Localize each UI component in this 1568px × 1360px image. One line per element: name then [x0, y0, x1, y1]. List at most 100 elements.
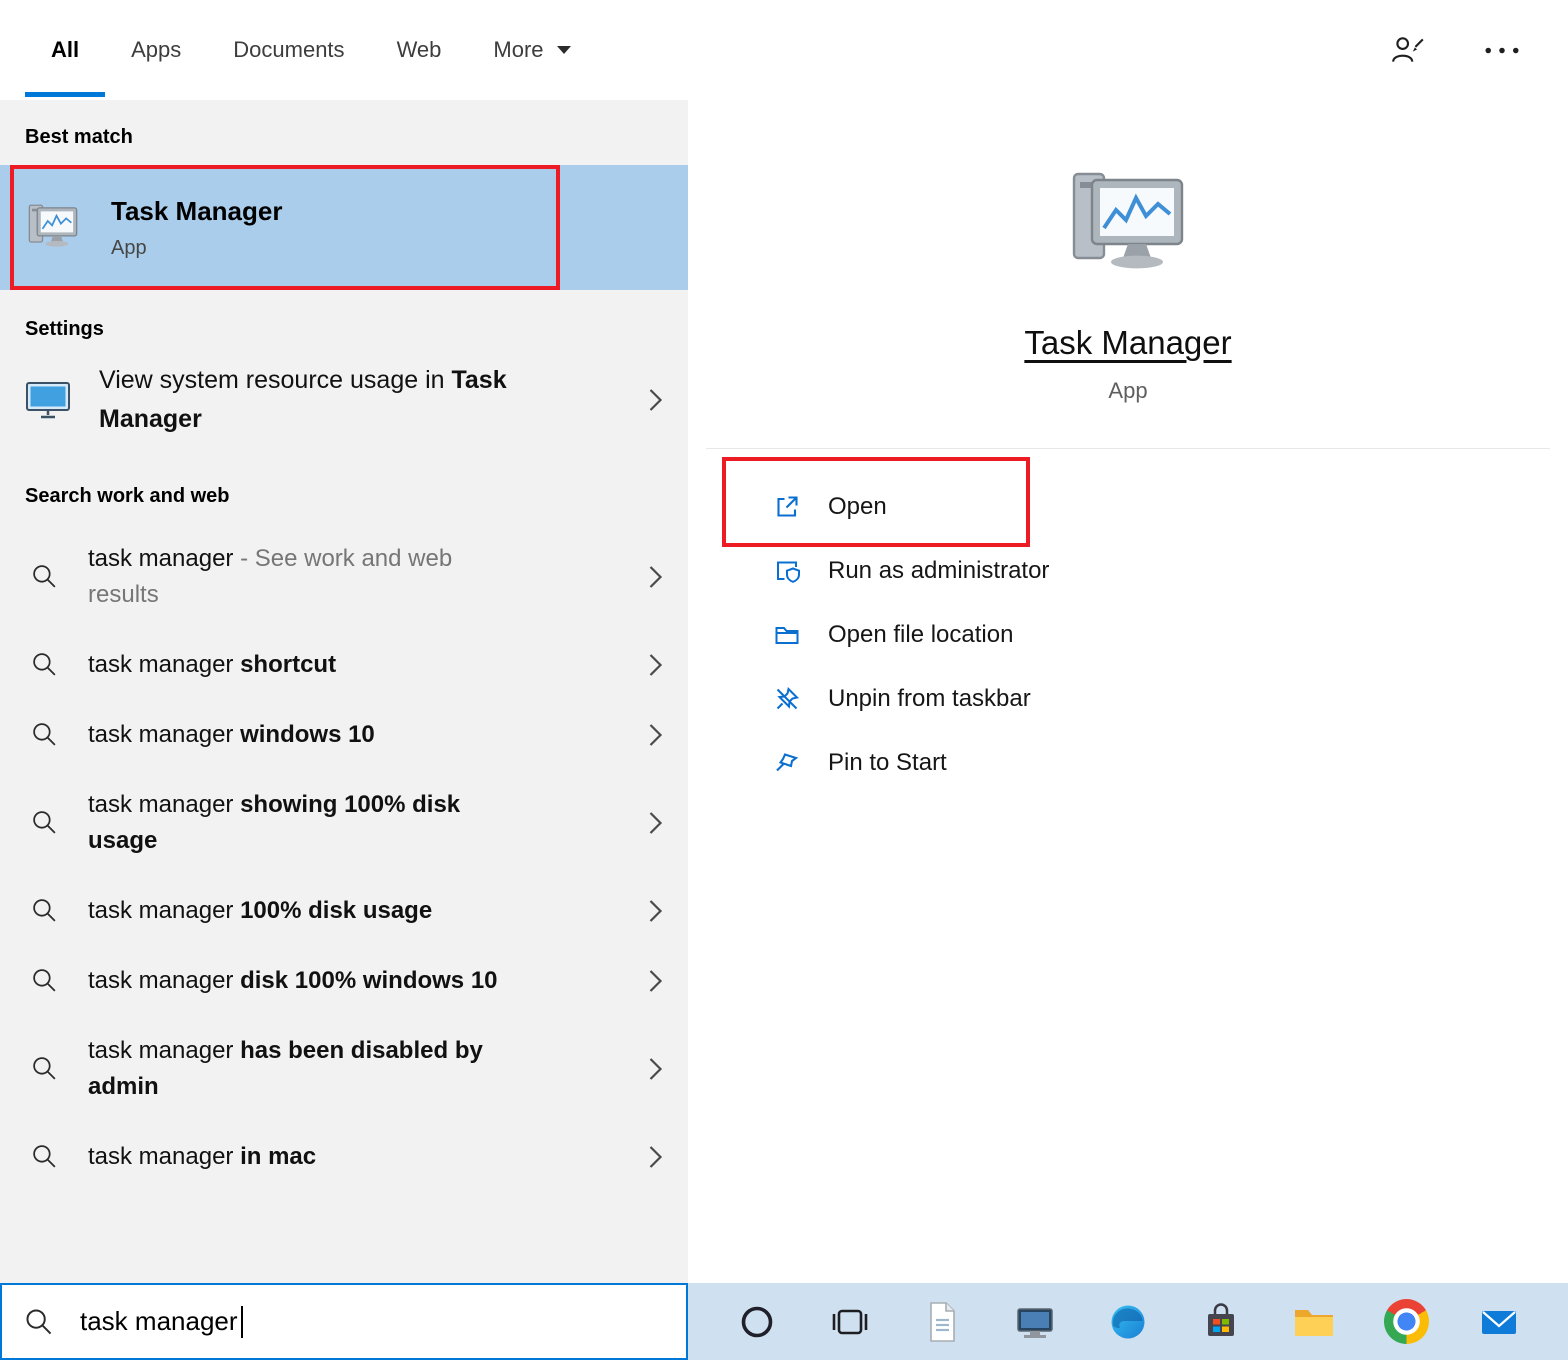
preview-app-title: Task Manager: [1024, 324, 1231, 362]
best-match-header: Best match: [0, 100, 688, 165]
task-manager-icon: [25, 200, 81, 256]
edge-icon: [1104, 1298, 1152, 1346]
pin-icon: [772, 748, 802, 778]
action-run-as-administrator[interactable]: Run as administrator: [772, 539, 1568, 603]
taskbar-document-button[interactable]: [918, 1298, 966, 1346]
search-icon: [31, 967, 58, 994]
search-suggestion-shortcut[interactable]: task manager shortcut: [0, 630, 688, 700]
search-suggestion-disk-100-windows-10[interactable]: task manager disk 100% windows 10: [0, 946, 688, 1016]
search-suggestion-see-results[interactable]: task manager - See work and web results: [0, 524, 688, 630]
person-feedback-icon[interactable]: [1390, 34, 1426, 66]
taskbar: [688, 1283, 1568, 1360]
preview-app-subtitle: App: [1108, 378, 1147, 404]
suggestion-completion: in mac: [240, 1143, 316, 1170]
tab-documents[interactable]: Documents: [207, 0, 370, 100]
suggestion-text: task manager showing 100% disk usage: [88, 787, 508, 859]
action-open-file-location[interactable]: Open file location: [772, 603, 1568, 667]
taskbar-cortana-button[interactable]: [733, 1298, 781, 1346]
suggestion-query: task manager: [88, 791, 240, 818]
ellipsis-icon[interactable]: [1484, 46, 1520, 55]
suggestion-text: task manager has been disabled by admin: [88, 1033, 508, 1105]
system-monitor-icon: [25, 380, 71, 420]
search-suggestion-100-disk-usage[interactable]: task manager 100% disk usage: [0, 876, 688, 946]
search-filter-bar: All Apps Documents Web More: [0, 0, 1568, 100]
suggestion-text: task manager shortcut: [88, 647, 336, 683]
tab-more[interactable]: More: [467, 0, 597, 100]
action-run-as-administrator-label: Run as administrator: [828, 557, 1049, 585]
chevron-right-icon: [648, 899, 663, 923]
tab-more-label: More: [493, 37, 543, 63]
suggestion-completion: 100% disk usage: [240, 897, 432, 924]
unpin-icon: [772, 684, 802, 714]
action-open[interactable]: Open: [772, 475, 1568, 539]
action-unpin-from-taskbar[interactable]: Unpin from taskbar: [772, 667, 1568, 731]
search-input[interactable]: task manager: [0, 1283, 688, 1360]
suggestion-query: task manager: [88, 897, 240, 924]
search-suggestion-showing-100-disk[interactable]: task manager showing 100% disk usage: [0, 770, 688, 876]
taskbar-store-button[interactable]: [1197, 1298, 1245, 1346]
search-suggestion-disabled-by-admin[interactable]: task manager has been disabled by admin: [0, 1016, 688, 1122]
action-open-file-location-label: Open file location: [828, 621, 1013, 649]
taskbar-task-view-button[interactable]: [826, 1298, 874, 1346]
search-icon: [31, 563, 58, 590]
action-pin-to-start[interactable]: Pin to Start: [772, 731, 1568, 795]
chevron-right-icon: [648, 565, 663, 589]
taskbar-mail-button[interactable]: [1475, 1298, 1523, 1346]
context-actions-list: Open Run as administrator: [688, 475, 1568, 795]
search-icon: [31, 721, 58, 748]
settings-header: Settings: [0, 290, 688, 357]
tab-all[interactable]: All: [25, 0, 105, 100]
suggestion-query: task manager: [88, 651, 240, 678]
search-suggestion-windows-10[interactable]: task manager windows 10: [0, 700, 688, 770]
action-pin-to-start-label: Pin to Start: [828, 749, 947, 777]
chrome-icon: [1384, 1299, 1429, 1344]
bottom-bar: task manager: [0, 1283, 1568, 1360]
suggestion-text: task manager disk 100% windows 10: [88, 963, 498, 999]
task-manager-icon: [1064, 162, 1192, 290]
suggestion-query: task manager: [88, 721, 240, 748]
best-match-result-task-manager[interactable]: Task Manager App: [0, 165, 688, 290]
admin-shield-icon: [772, 556, 802, 586]
taskbar-chrome-button[interactable]: [1382, 1298, 1430, 1346]
search-icon: [31, 809, 58, 836]
suggestion-completion: windows 10: [240, 721, 375, 748]
suggestion-text: task manager - See work and web results: [88, 541, 508, 613]
tab-web[interactable]: Web: [371, 0, 468, 100]
result-preview-panel: Task Manager App Open: [688, 100, 1568, 1283]
topbar-actions: [1390, 0, 1520, 100]
tab-all-label: All: [51, 37, 79, 63]
chevron-right-icon: [648, 1145, 663, 1169]
windows-search-panel: All Apps Documents Web More: [0, 0, 1568, 1360]
search-icon: [24, 1307, 54, 1337]
search-suggestion-in-mac[interactable]: task manager in mac: [0, 1122, 688, 1192]
chevron-right-icon: [648, 723, 663, 747]
mail-icon: [1475, 1298, 1523, 1346]
tab-documents-label: Documents: [233, 37, 344, 63]
suggestion-query: task manager: [88, 1037, 240, 1064]
settings-result-resource-usage[interactable]: View system resource usage in Task Manag…: [0, 357, 688, 457]
suggestion-completion: disk 100% windows 10: [240, 967, 497, 994]
action-unpin-from-taskbar-label: Unpin from taskbar: [828, 685, 1031, 713]
suggestion-text: task manager in mac: [88, 1139, 316, 1175]
action-open-label: Open: [828, 493, 887, 521]
best-match-text: Task Manager App: [111, 196, 282, 260]
results-list-panel: Best match Task Manager App: [0, 100, 688, 1283]
search-icon: [31, 651, 58, 678]
filter-tabs: All Apps Documents Web More: [25, 0, 598, 100]
store-icon: [1197, 1298, 1245, 1346]
chevron-down-icon: [556, 45, 572, 55]
tab-apps[interactable]: Apps: [105, 0, 207, 100]
search-results-area: Best match Task Manager App: [0, 100, 1568, 1283]
tab-web-label: Web: [397, 37, 442, 63]
chevron-right-icon: [648, 388, 663, 412]
chevron-right-icon: [648, 811, 663, 835]
best-match-title: Task Manager: [111, 196, 282, 227]
document-icon: [918, 1298, 966, 1346]
taskbar-file-explorer-button[interactable]: [1290, 1298, 1338, 1346]
folder-location-icon: [772, 620, 802, 650]
settings-result-text: View system resource usage in Task Manag…: [99, 361, 589, 439]
taskbar-pc-button[interactable]: [1011, 1298, 1059, 1346]
cortana-icon: [733, 1298, 781, 1346]
settings-result-prefix: View system resource usage in: [99, 366, 451, 394]
taskbar-edge-button[interactable]: [1104, 1298, 1152, 1346]
